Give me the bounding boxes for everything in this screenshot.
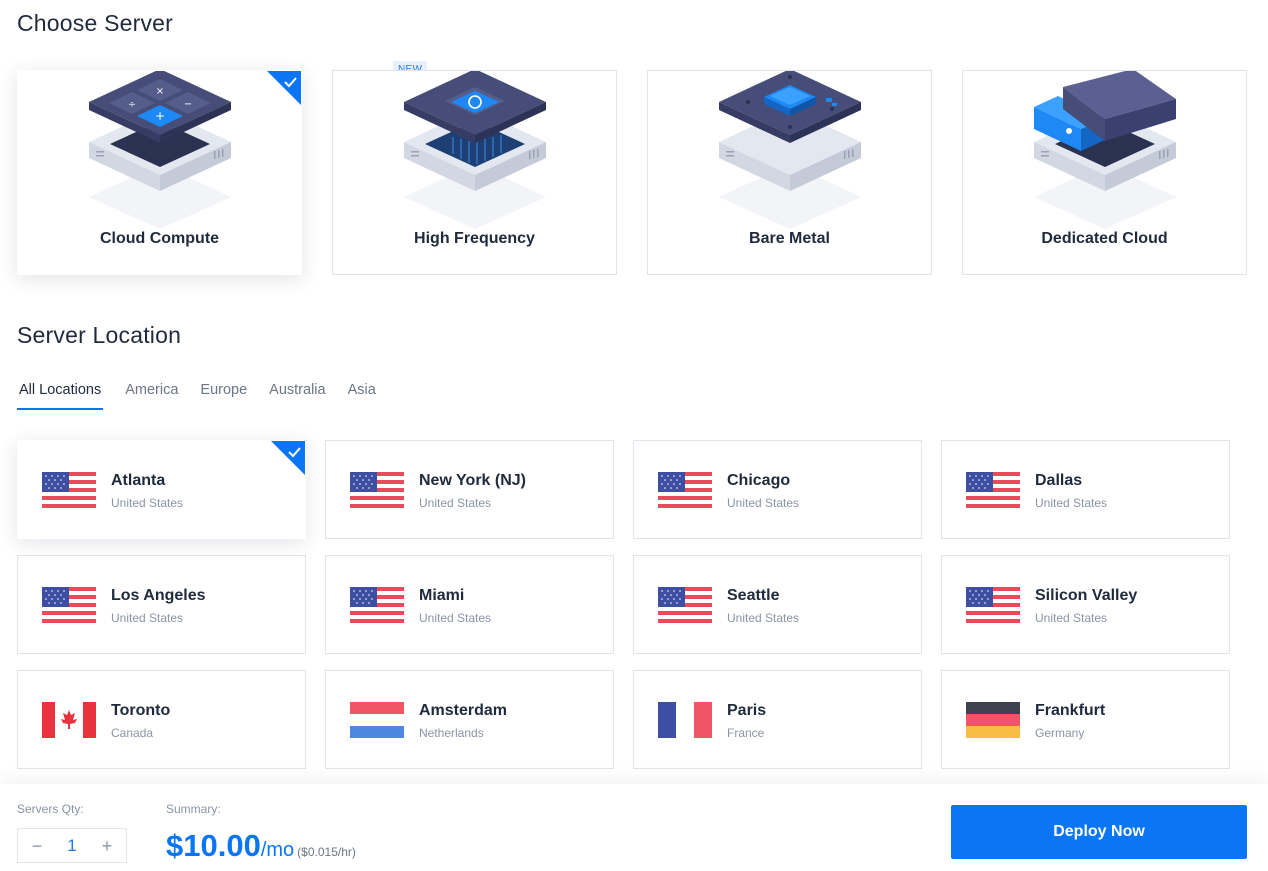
dedicated-cloud-illustration [1034,71,1176,229]
location-card-new-york[interactable]: New York (NJ) United States [325,440,614,539]
canada-flag-icon [42,702,96,738]
tab-all-locations[interactable]: All Locations [17,380,104,410]
location-card-dallas[interactable]: Dallas United States [941,440,1230,539]
location-country: United States [419,496,492,510]
cloud-compute-illustration: × − ÷ + [89,71,231,229]
location-country: Netherlands [419,726,484,740]
us-flag-icon [658,472,712,508]
server-card-label: Dedicated Cloud [1041,230,1168,247]
us-flag-icon [966,587,1020,623]
us-flag-icon [42,472,96,508]
location-card-miami[interactable]: Miami United States [325,555,614,654]
location-country: Canada [111,726,154,740]
netherlands-flag-icon [350,702,404,738]
location-country: United States [111,496,184,510]
us-flag-icon [966,472,1020,508]
location-city: Amsterdam [419,702,508,719]
qty-plus-button[interactable]: + [97,837,117,855]
location-city: Los Angeles [111,587,206,604]
location-country: United States [727,496,800,510]
server-card-label: High Frequency [414,230,535,247]
location-card-seattle[interactable]: Seattle United States [633,555,922,654]
location-city: Miami [419,587,465,604]
tab-europe[interactable]: Europe [200,380,247,410]
bare-metal-illustration [719,71,861,229]
location-country: United States [111,611,184,625]
us-flag-icon [350,587,404,623]
location-country: United States [1035,611,1108,625]
location-card-chicago[interactable]: Chicago United States [633,440,922,539]
germany-flag-icon [966,702,1020,738]
summary-label: Summary: [166,802,221,816]
svg-text:−: − [184,99,192,110]
svg-text:+: + [155,109,165,123]
bottom-bar: Servers Qty: − 1 + Summary: $10.00/mo ($0… [0,784,1268,871]
server-card-bare-metal[interactable]: Bare Metal [647,70,932,275]
deploy-now-button[interactable]: Deploy Now [951,805,1247,859]
quantity-stepper: − 1 + [17,828,127,863]
location-card-los-angeles[interactable]: Los Angeles United States [17,555,306,654]
location-country: France [727,726,765,740]
price-unit: /mo [260,839,295,861]
location-country: United States [419,611,492,625]
location-city: Frankfurt [1035,702,1106,719]
qty-minus-button[interactable]: − [27,837,47,855]
location-city: Atlanta [111,472,166,489]
server-card-dedicated-cloud[interactable]: Dedicated Cloud [962,70,1247,275]
tab-asia[interactable]: Asia [348,380,376,410]
servers-qty-label: Servers Qty: [17,802,84,816]
server-card-cloud-compute[interactable]: × − ÷ + Cloud Compute [17,70,302,275]
server-location-title: Server Location [17,322,182,348]
location-country: Germany [1035,726,1085,740]
location-card-silicon-valley[interactable]: Silicon Valley United States [941,555,1230,654]
tab-australia[interactable]: Australia [269,380,325,410]
server-card-label: Bare Metal [749,230,830,247]
selected-check-icon [267,71,301,105]
server-card-label: Cloud Compute [99,230,220,247]
location-card-paris[interactable]: Paris France [633,670,922,769]
price-monthly: $10.00 [166,828,261,863]
price-hourly: ($0.015/hr) [297,845,356,859]
location-tabs: All Locations America Europe Australia A… [17,380,398,410]
location-city: Silicon Valley [1035,587,1138,604]
location-city: Seattle [727,587,780,604]
svg-text:×: × [156,86,164,97]
choose-server-title: Choose Server [17,10,174,36]
tab-america[interactable]: America [125,380,178,410]
location-country: United States [727,611,800,625]
high-frequency-illustration [404,71,546,229]
us-flag-icon [42,587,96,623]
location-city: Chicago [727,472,791,489]
server-card-high-frequency[interactable]: High Frequency [332,70,617,275]
qty-value[interactable]: 1 [67,836,76,856]
location-city: Paris [727,702,767,719]
location-city: New York (NJ) [419,472,526,489]
location-city: Dallas [1035,472,1083,489]
location-card-atlanta[interactable]: Atlanta United States [17,440,306,539]
svg-text:÷: ÷ [128,100,136,110]
location-card-toronto[interactable]: Toronto Canada [17,670,306,769]
location-card-frankfurt[interactable]: Frankfurt Germany [941,670,1230,769]
location-country: United States [1035,496,1108,510]
france-flag-icon [658,702,712,738]
location-city: Toronto [111,702,171,719]
price-summary: $10.00/mo ($0.015/hr) [166,828,356,864]
location-card-amsterdam[interactable]: Amsterdam Netherlands [325,670,614,769]
selected-check-icon [271,441,305,475]
us-flag-icon [658,587,712,623]
us-flag-icon [350,472,404,508]
